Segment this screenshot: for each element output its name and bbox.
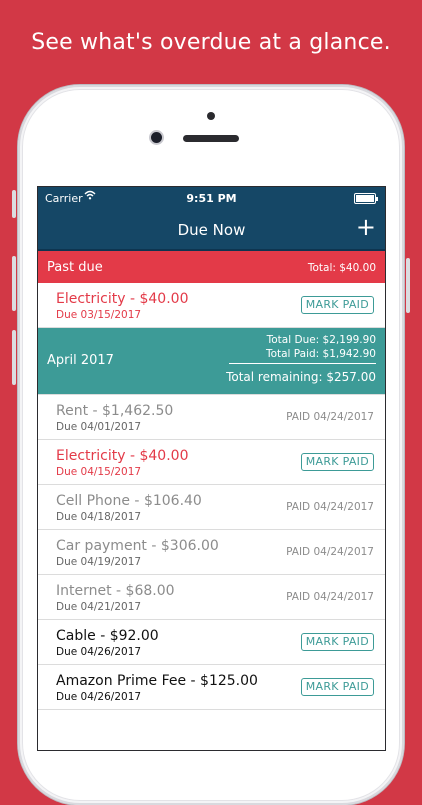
bill-row[interactable]: Car payment - $306.00 Due 04/19/2017 PAI… bbox=[38, 530, 385, 575]
page-title: Due Now bbox=[177, 221, 246, 239]
bill-row[interactable]: Rent - $1,462.50 Due 04/01/2017 PAID 04/… bbox=[38, 395, 385, 440]
app-screen: Carrier 9:51 PM Due Now + Past due Total… bbox=[38, 187, 385, 750]
power-button bbox=[406, 258, 410, 313]
bill-due-date: Due 04/21/2017 bbox=[56, 601, 142, 613]
mute-switch bbox=[12, 190, 16, 218]
bill-due-date: Due 04/26/2017 bbox=[56, 691, 142, 703]
bill-row[interactable]: Cell Phone - $106.40 Due 04/18/2017 PAID… bbox=[38, 485, 385, 530]
marketing-headline: See what's overdue at a glance. bbox=[31, 30, 391, 55]
status-bar: Carrier 9:51 PM bbox=[38, 187, 385, 209]
volume-up-button bbox=[12, 256, 16, 311]
earpiece-speaker bbox=[183, 135, 239, 142]
bill-name: Internet - $68.00 bbox=[56, 583, 175, 599]
battery-icon bbox=[354, 193, 378, 204]
month-total-due: Total Due: $2,199.90 bbox=[266, 334, 376, 346]
mark-paid-button[interactable]: MARK PAID bbox=[300, 296, 374, 314]
bill-due-date: Due 03/15/2017 bbox=[56, 309, 142, 321]
bill-name: Electricity - $40.00 bbox=[56, 291, 189, 307]
volume-down-button bbox=[12, 330, 16, 385]
bill-name: Car payment - $306.00 bbox=[56, 538, 219, 554]
bill-row[interactable]: Internet - $68.00 Due 04/21/2017 PAID 04… bbox=[38, 575, 385, 620]
bill-name: Electricity - $40.00 bbox=[56, 448, 189, 464]
past-due-total: Total: $40.00 bbox=[307, 262, 376, 274]
month-header: April 2017 Total Due: $2,199.90 Total Pa… bbox=[38, 328, 385, 395]
month-total-paid: Total Paid: $1,942.90 bbox=[265, 348, 376, 360]
divider bbox=[229, 363, 376, 364]
paid-status: PAID 04/24/2017 bbox=[286, 591, 374, 603]
bill-row[interactable]: Amazon Prime Fee - $125.00 Due 04/26/201… bbox=[38, 665, 385, 710]
month-label: April 2017 bbox=[47, 353, 114, 368]
bill-name: Amazon Prime Fee - $125.00 bbox=[56, 673, 258, 689]
bill-name: Cable - $92.00 bbox=[56, 628, 159, 644]
past-due-header: Past due Total: $40.00 bbox=[38, 251, 385, 283]
mark-paid-button[interactable]: MARK PAID bbox=[300, 633, 374, 651]
bill-due-date: Due 04/19/2017 bbox=[56, 556, 142, 568]
bill-due-date: Due 04/18/2017 bbox=[56, 511, 142, 523]
mark-paid-button[interactable]: MARK PAID bbox=[300, 453, 374, 471]
front-camera-icon bbox=[151, 132, 162, 143]
navigation-bar: Due Now + bbox=[38, 209, 385, 251]
bill-row[interactable]: Electricity - $40.00 Due 04/15/2017 MARK… bbox=[38, 440, 385, 485]
past-due-label: Past due bbox=[47, 260, 103, 275]
proximity-sensor bbox=[207, 112, 215, 120]
paid-status: PAID 04/24/2017 bbox=[286, 411, 374, 423]
bill-name: Cell Phone - $106.40 bbox=[56, 493, 202, 509]
bill-row[interactable]: Electricity - $40.00 Due 03/15/2017 MARK… bbox=[38, 283, 385, 328]
status-time: 9:51 PM bbox=[186, 192, 237, 205]
mark-paid-button[interactable]: MARK PAID bbox=[300, 678, 374, 696]
paid-status: PAID 04/24/2017 bbox=[286, 546, 374, 558]
paid-status: PAID 04/24/2017 bbox=[286, 501, 374, 513]
bill-row[interactable]: Cable - $92.00 Due 04/26/2017 MARK PAID bbox=[38, 620, 385, 665]
bill-due-date: Due 04/01/2017 bbox=[56, 421, 142, 433]
bill-name: Rent - $1,462.50 bbox=[56, 403, 174, 419]
bill-due-date: Due 04/26/2017 bbox=[56, 646, 142, 658]
add-bill-button[interactable]: + bbox=[356, 215, 376, 239]
bill-due-date: Due 04/15/2017 bbox=[56, 466, 142, 478]
month-total-remaining: Total remaining: $257.00 bbox=[226, 370, 376, 384]
